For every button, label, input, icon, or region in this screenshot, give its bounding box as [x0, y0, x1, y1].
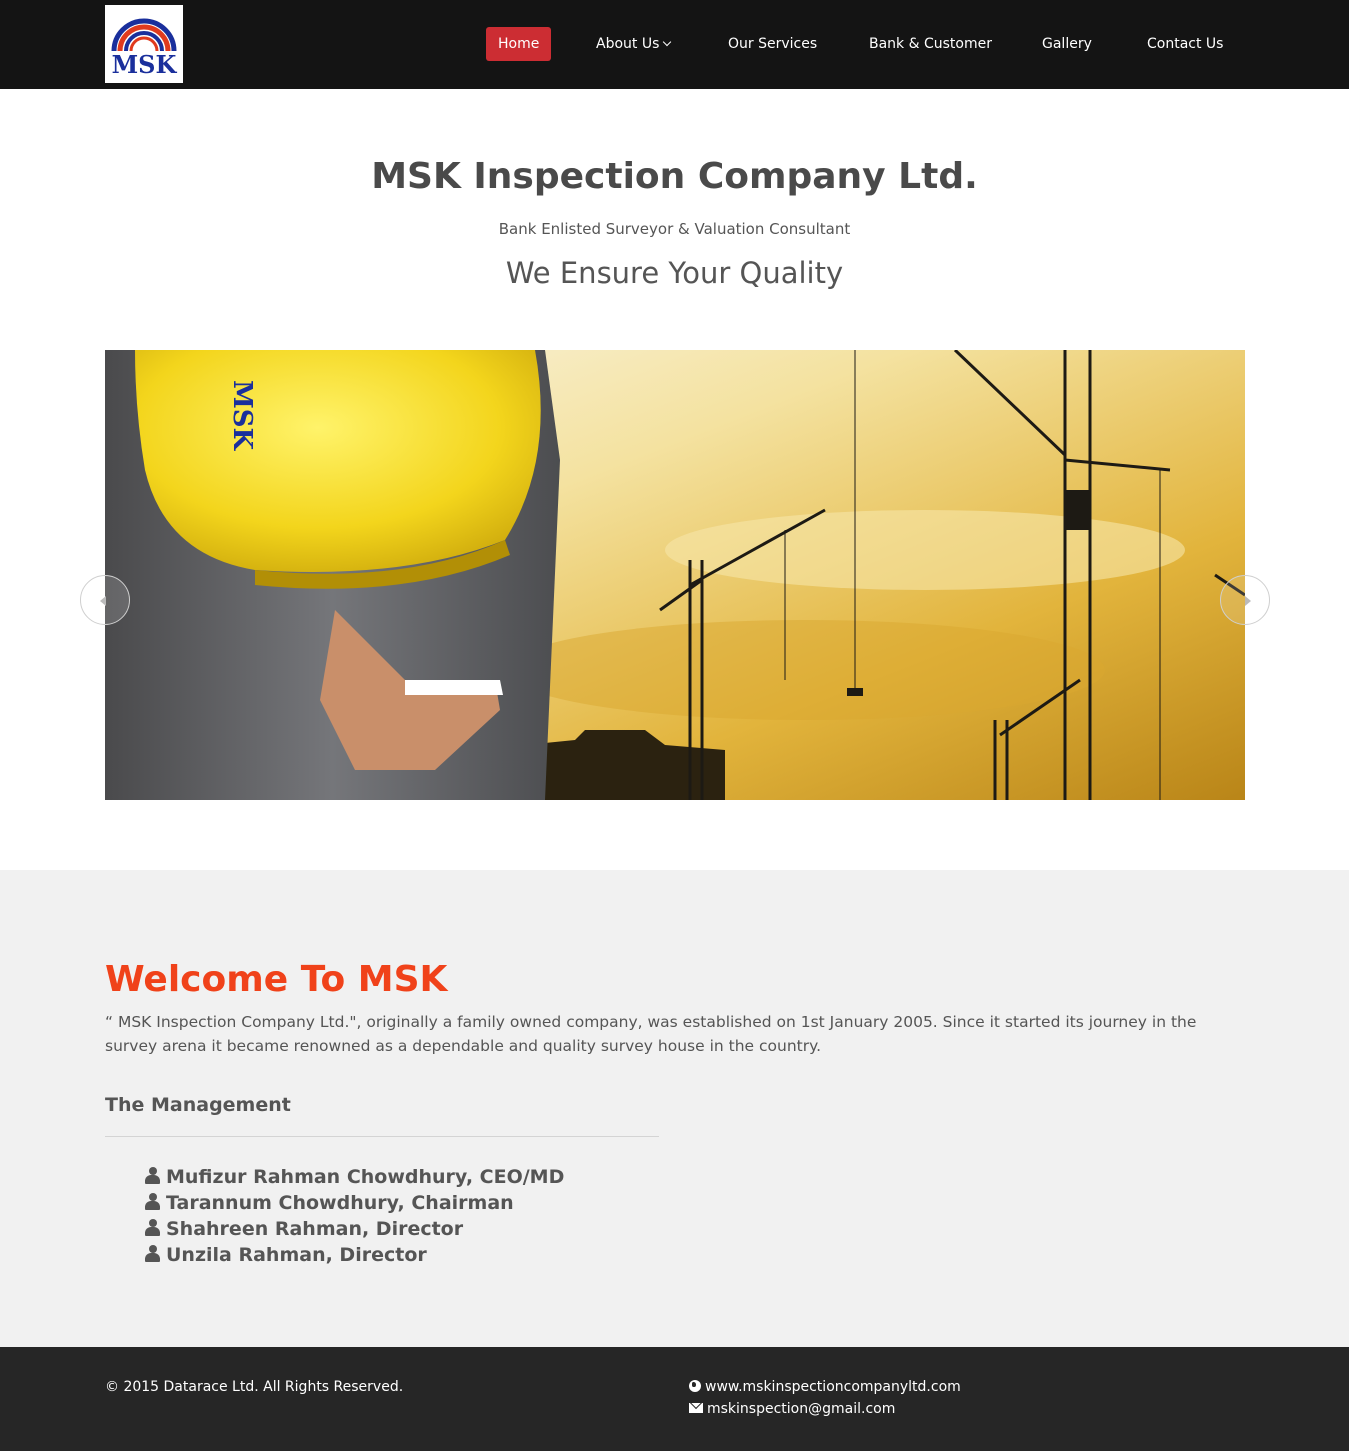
company-logo[interactable]: MSK — [105, 5, 183, 83]
nav-about-us[interactable]: About Us — [596, 27, 672, 61]
nav-gallery[interactable]: Gallery — [1042, 27, 1092, 61]
page-tagline: We Ensure Your Quality — [505, 256, 844, 290]
website-text: www.mskinspectioncompanyltd.com — [705, 1379, 961, 1395]
page-subtitle: Bank Enlisted Surveyor & Valuation Consu… — [498, 220, 851, 238]
management-member: Shahreen Rahman, Director — [166, 1218, 464, 1240]
nav-contact-label: Contact Us — [1147, 36, 1224, 52]
management-member: Mufizur Rahman Chowdhury, CEO/MD — [166, 1166, 565, 1188]
list-item: Unzila Rahman, Director — [145, 1242, 564, 1268]
page-title: MSK Inspection Company Ltd. — [371, 156, 978, 197]
management-member: Tarannum Chowdhury, Chairman — [166, 1192, 514, 1214]
list-item: Tarannum Chowdhury, Chairman — [145, 1190, 564, 1216]
slider-prev-button[interactable] — [80, 575, 130, 625]
envelope-icon — [689, 1403, 703, 1413]
nav-bank-label: Bank & Customer — [869, 36, 992, 52]
nav-bank-customer[interactable]: Bank & Customer — [869, 27, 992, 61]
slider-next-button[interactable] — [1220, 575, 1270, 625]
welcome-paragraph: “ MSK Inspection Company Ltd.", original… — [105, 1013, 1197, 1055]
management-list: Mufizur Rahman Chowdhury, CEO/MD Tarannu… — [145, 1164, 564, 1268]
logo-text: MSK — [111, 50, 177, 79]
email-link[interactable]: mskinspection@gmail.com — [689, 1401, 895, 1417]
nav-contact-us[interactable]: Contact Us — [1147, 27, 1223, 61]
chevron-left-icon — [100, 596, 106, 606]
management-divider — [105, 1136, 659, 1137]
welcome-section: Welcome To MSK “ MSK Inspection Company … — [0, 870, 1349, 1347]
page-footer: © 2015 Datarace Ltd. All Rights Reserved… — [0, 1347, 1349, 1451]
user-icon — [145, 1167, 160, 1184]
list-item: Shahreen Rahman, Director — [145, 1216, 564, 1242]
management-member: Unzila Rahman, Director — [166, 1244, 427, 1266]
slide-image — [105, 350, 1245, 800]
globe-icon — [689, 1380, 701, 1392]
nav-about-label: About Us — [596, 36, 660, 52]
user-icon — [145, 1219, 160, 1236]
management-title: The Management — [105, 1094, 291, 1116]
user-icon — [145, 1193, 160, 1210]
nav-gallery-label: Gallery — [1042, 36, 1092, 52]
hero-slider[interactable]: MSK — [105, 350, 1245, 800]
top-navbar: MSK Home About Us Our Services Bank & Cu… — [0, 0, 1349, 89]
nav-home[interactable]: Home — [486, 27, 552, 61]
user-icon — [145, 1245, 160, 1262]
chevron-right-icon — [1245, 596, 1251, 606]
chevron-down-icon — [663, 37, 672, 47]
copyright-text: © 2015 Datarace Ltd. All Rights Reserved… — [105, 1379, 404, 1395]
email-text: mskinspection@gmail.com — [707, 1401, 896, 1417]
nav-services-label: Our Services — [728, 36, 818, 52]
nav-home-label: Home — [498, 36, 540, 52]
nav-our-services[interactable]: Our Services — [728, 27, 817, 61]
website-link[interactable]: www.mskinspectioncompanyltd.com — [689, 1379, 961, 1395]
welcome-title: Welcome To MSK — [105, 959, 448, 1000]
list-item: Mufizur Rahman Chowdhury, CEO/MD — [145, 1164, 564, 1190]
helmet-logo-text: MSK — [227, 380, 257, 451]
